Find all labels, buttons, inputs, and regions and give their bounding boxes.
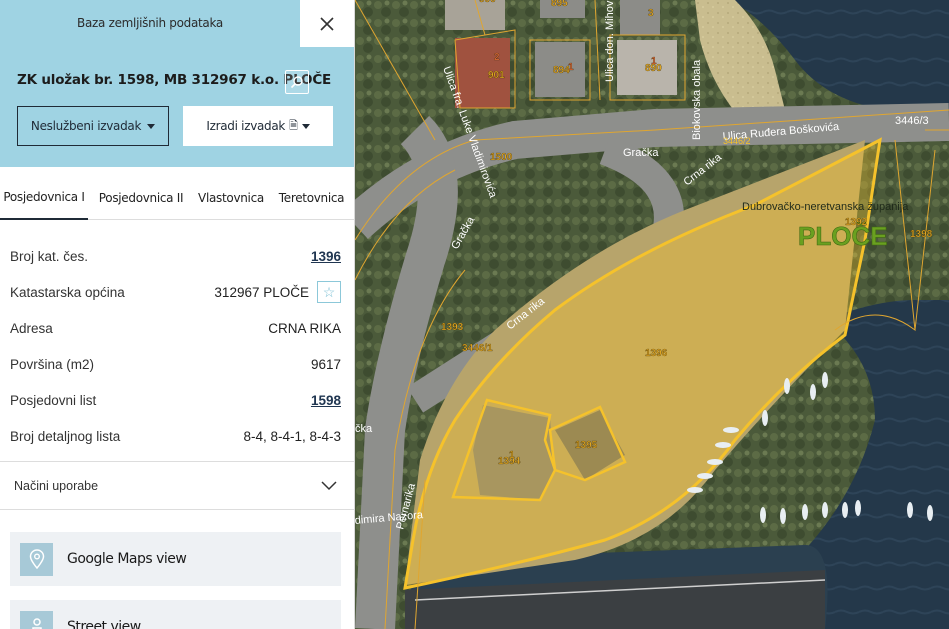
map-label: Biokovska obala xyxy=(691,59,703,140)
google-maps-view-label: Google Maps view xyxy=(67,551,187,567)
unofficial-extract-label: Neslužbeni izvadak xyxy=(30,119,142,133)
parcel-number: 3 xyxy=(648,8,654,19)
details-list: Broj kat. čes. 1396 Katastarska općina 3… xyxy=(0,238,354,454)
person-icon xyxy=(20,610,53,629)
details-panel: Baza zemljišnih podataka ZK uložak br. 1… xyxy=(0,0,355,629)
panel-title: Baza zemljišnih podataka xyxy=(77,16,223,30)
accordion-label: Načini uporabe xyxy=(14,478,99,493)
caret-down-icon xyxy=(147,123,156,129)
parcel-number: 895 xyxy=(551,0,568,9)
detail-row: Broj kat. čes. 1396 xyxy=(0,238,354,274)
detail-value: 312967 PLOČE xyxy=(214,284,309,300)
close-button[interactable] xyxy=(300,0,354,47)
parcel-number: 3446/1 xyxy=(462,343,493,354)
parcel-number: 1398 xyxy=(910,229,933,240)
tab-vlastovnica[interactable]: Vlastovnica xyxy=(194,176,268,220)
detail-label: Broj kat. čes. xyxy=(10,248,89,264)
map-label: Ulica don. Mihov xyxy=(604,0,616,82)
detail-label: Broj detaljnog lista xyxy=(10,428,121,444)
building xyxy=(620,0,660,35)
map-label: čka xyxy=(355,423,373,435)
building xyxy=(445,0,505,30)
search-button[interactable] xyxy=(285,70,309,94)
record-title: ZK uložak br. 1598, MB 312967 k.o. PLOČE xyxy=(17,72,332,88)
map-label: Gračka xyxy=(623,147,659,159)
city-label: PLOČE xyxy=(798,221,888,251)
detail-label: Katastarska općina xyxy=(10,284,125,300)
detail-label: Adresa xyxy=(10,320,53,336)
detail-row: Adresa CRNA RIKA xyxy=(0,310,354,346)
detail-label: Površina (m2) xyxy=(10,356,95,372)
google-maps-view-button[interactable]: Google Maps view xyxy=(10,532,341,586)
parcel-number: 1500 xyxy=(490,152,513,163)
chevron-down-icon xyxy=(321,480,337,490)
create-extract-label: Izradi izvadak xyxy=(206,119,286,133)
app-window: Baza zemljišnih podataka ZK uložak br. 1… xyxy=(0,0,949,629)
tab-bar: Posjedovnica I Posjedovnica II Vlastovni… xyxy=(0,176,354,220)
panel-header: Baza zemljišnih podataka ZK uložak br. 1… xyxy=(0,0,354,167)
parcel-number-link[interactable]: 1396 xyxy=(311,249,341,264)
tab-teretovnica[interactable]: Teretovnica xyxy=(268,176,354,220)
parcel-number: 1 xyxy=(568,62,574,73)
detail-row: Broj detaljnog lista 8-4, 8-4-1, 8-4-3 xyxy=(0,418,354,454)
star-icon: ☆ xyxy=(322,283,336,300)
tab-posjedovnica-1[interactable]: Posjedovnica I xyxy=(0,176,88,220)
search-icon xyxy=(290,76,303,89)
detail-row: Posjedovni list 1598 xyxy=(0,382,354,418)
detail-value: CRNA RIKA xyxy=(268,320,341,336)
document-icon: 🗎 xyxy=(289,118,298,132)
parcel-number: 2 xyxy=(494,52,500,63)
parcel-number: 1395 xyxy=(575,440,598,451)
county-label: Dubrovačko-neretvanska županija xyxy=(742,201,909,213)
street-view-button[interactable]: Street view xyxy=(10,600,341,629)
parcel-number: 900 xyxy=(479,0,496,5)
usage-accordion[interactable]: Načini uporabe xyxy=(0,461,354,510)
detail-label: Posjedovni list xyxy=(10,392,97,408)
map-label: 3446/2 xyxy=(723,136,751,146)
close-icon xyxy=(320,16,334,31)
detail-row: Površina (m2) 9617 xyxy=(0,346,354,382)
tab-posjedovnica-2[interactable]: Posjedovnica II xyxy=(88,176,194,220)
street-view-label: Street view xyxy=(67,619,141,629)
detail-row: Katastarska općina 312967 PLOČE ☆ xyxy=(0,274,354,310)
parcel-number: 1393 xyxy=(441,322,464,333)
parcel-number: 901 xyxy=(488,70,505,81)
parcel-number: 1 xyxy=(651,56,657,67)
parcel-number: 1 xyxy=(509,450,515,461)
create-extract-button[interactable]: Izradi izvadak 🗎 xyxy=(183,106,333,146)
map-canvas[interactable]: Gračka Ulica Ruđera Boškovića 3446/3 344… xyxy=(355,0,949,629)
unofficial-extract-button[interactable]: Neslužbeni izvadak xyxy=(17,106,169,146)
possession-sheet-link[interactable]: 1598 xyxy=(311,393,341,408)
detail-value: 9617 xyxy=(310,356,341,372)
map-view[interactable]: Gračka Ulica Ruđera Boškovića 3446/3 344… xyxy=(355,0,949,629)
favorite-star-button[interactable]: ☆ xyxy=(317,281,341,303)
parcel-number: 1396 xyxy=(645,348,668,359)
detail-value: 8-4, 8-4-1, 8-4-3 xyxy=(243,428,341,444)
caret-down-icon xyxy=(301,123,310,129)
parcel-number: 1392 xyxy=(845,217,868,228)
map-label: 3446/3 xyxy=(895,115,929,127)
map-pin-icon xyxy=(20,542,53,576)
